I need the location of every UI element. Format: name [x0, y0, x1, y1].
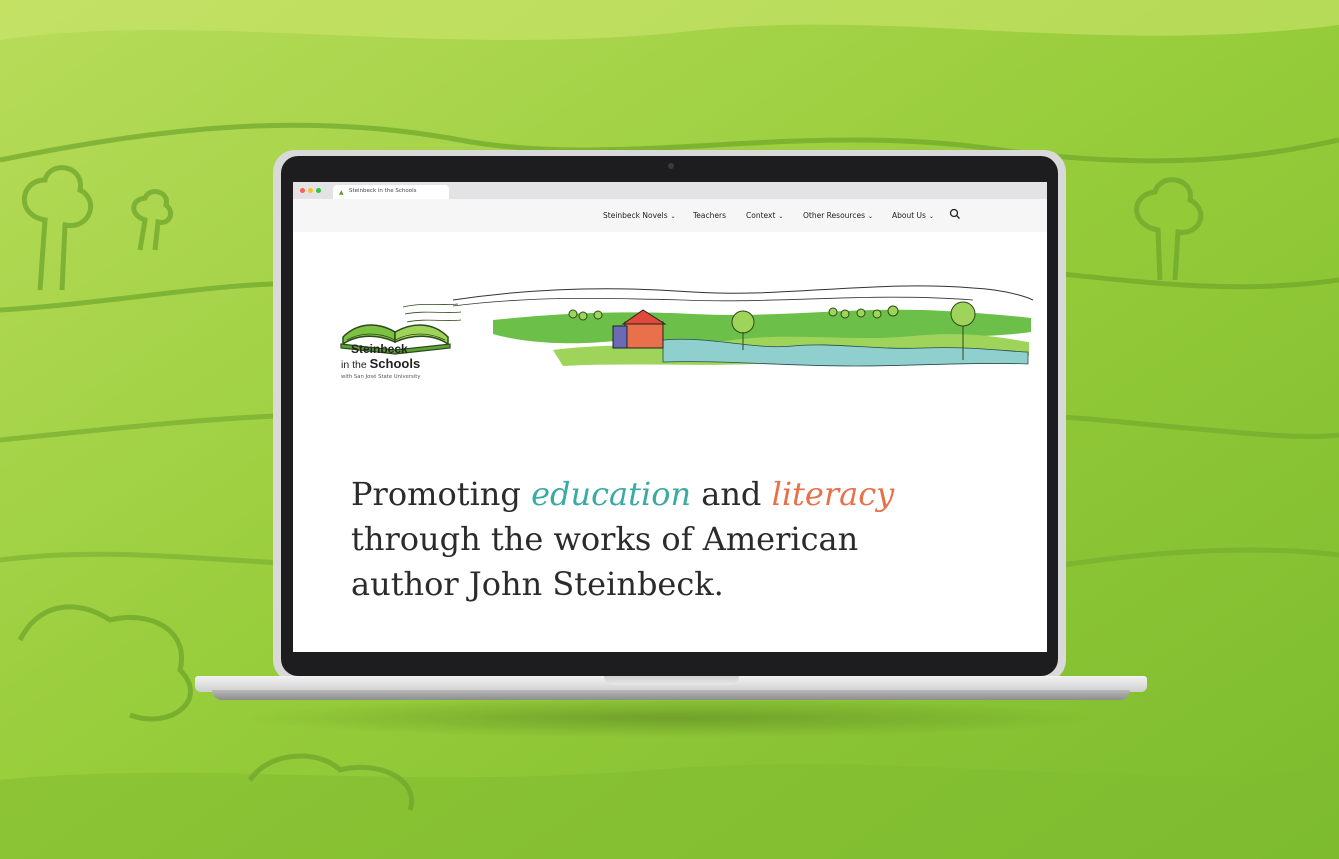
- window-maximize-button[interactable]: [316, 188, 321, 193]
- laptop-notch: [604, 676, 739, 685]
- laptop-shadow: [240, 698, 1100, 738]
- nav-label: Teachers: [693, 211, 726, 220]
- nav-label: About Us: [892, 211, 926, 220]
- landscape-illustration: [453, 285, 1033, 367]
- nav-teachers[interactable]: Teachers: [693, 211, 726, 220]
- logo-subtitle-bold: Schools: [369, 356, 421, 371]
- logo-subtitle-prefix: in the: [341, 359, 367, 371]
- hero-tagline: Promoting education and literacy through…: [351, 472, 911, 607]
- nav-other-resources[interactable]: Other Resources ⌄: [803, 211, 873, 220]
- hero-text: and: [691, 475, 772, 513]
- hero-accent-literacy: literacy: [771, 475, 895, 513]
- nav-steinbeck-novels[interactable]: Steinbeck Novels ⌄: [603, 211, 676, 220]
- chevron-down-icon: ⌄: [670, 213, 676, 220]
- window-minimize-button[interactable]: [308, 188, 313, 193]
- logo-tagline: with San José State University: [341, 374, 421, 380]
- nav-label: Other Resources: [803, 211, 865, 220]
- window-close-button[interactable]: [300, 188, 305, 193]
- chevron-down-icon: ⌄: [928, 213, 934, 220]
- camera-icon: [668, 163, 674, 169]
- hero-line-2: through the works of American: [351, 520, 859, 558]
- hero-line-3: author John Steinbeck.: [351, 565, 724, 603]
- browser-title-bar: ▲ Steinbeck in the Schools: [293, 182, 1047, 199]
- laptop-base-bottom: [212, 690, 1130, 700]
- logo-title: Steinbeck: [351, 342, 408, 356]
- search-icon[interactable]: [949, 208, 961, 220]
- laptop-screen: ▲ Steinbeck in the Schools Steinbeck Nov…: [293, 182, 1047, 652]
- browser-tab[interactable]: ▲ Steinbeck in the Schools: [333, 185, 449, 199]
- tab-title: Steinbeck in the Schools: [349, 188, 417, 194]
- nav-label: Context: [746, 211, 776, 220]
- logo-subtitle: in the Schools: [341, 356, 420, 371]
- chevron-down-icon: ⌄: [778, 213, 784, 220]
- hero-text: Promoting: [351, 475, 532, 513]
- favicon-icon: ▲: [339, 189, 344, 196]
- nav-about-us[interactable]: About Us ⌄: [892, 211, 934, 220]
- site-navbar: Steinbeck Novels ⌄ Teachers Context ⌄ Othe…: [293, 199, 1047, 232]
- nav-label: Steinbeck Novels: [603, 211, 668, 220]
- hero-accent-education: education: [531, 475, 692, 513]
- nav-context[interactable]: Context ⌄: [746, 211, 783, 220]
- chevron-down-icon: ⌄: [867, 213, 874, 220]
